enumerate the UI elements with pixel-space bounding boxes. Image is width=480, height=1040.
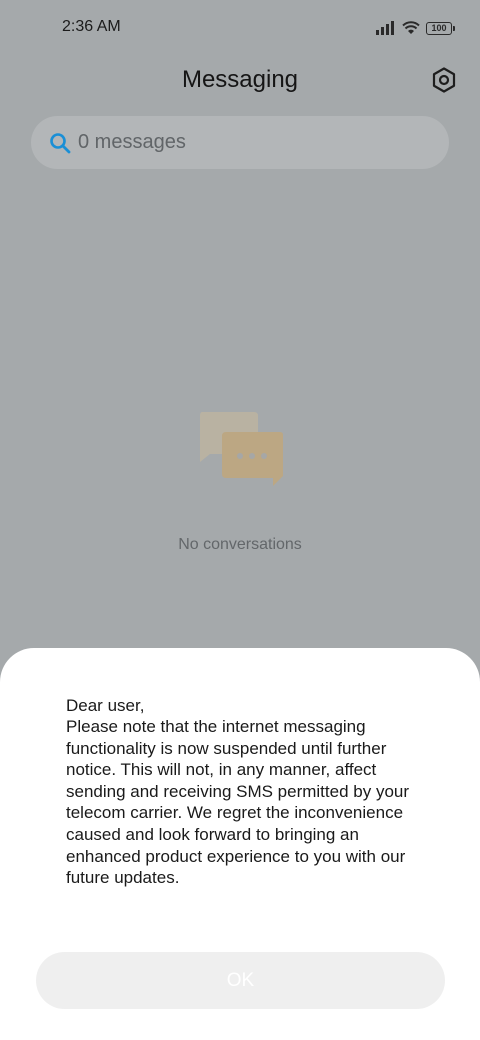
dialog-message: Please note that the internet messaging … (66, 717, 410, 888)
settings-button[interactable] (430, 66, 458, 94)
dialog-greeting: Dear user, (66, 696, 145, 715)
status-icons: 100 (376, 18, 455, 38)
status-time: 2:36 AM (62, 18, 121, 35)
settings-icon (432, 67, 456, 93)
notice-dialog: Dear user, Please note that the internet… (0, 648, 480, 1040)
wifi-icon (402, 21, 420, 34)
empty-state-text: No conversations (178, 536, 302, 553)
search-icon (50, 133, 71, 154)
battery-level: 100 (431, 22, 447, 33)
signal-icon (376, 21, 394, 35)
search-bar[interactable]: 0 messages (31, 116, 449, 169)
chat-bubbles-icon (200, 412, 283, 486)
ok-button[interactable]: OK (36, 952, 445, 1009)
status-bar: 2:36 AM 100 (0, 0, 480, 56)
page-title: Messaging (181, 66, 299, 93)
battery-icon: 100 (426, 21, 455, 35)
search-input[interactable]: 0 messages (78, 131, 186, 154)
